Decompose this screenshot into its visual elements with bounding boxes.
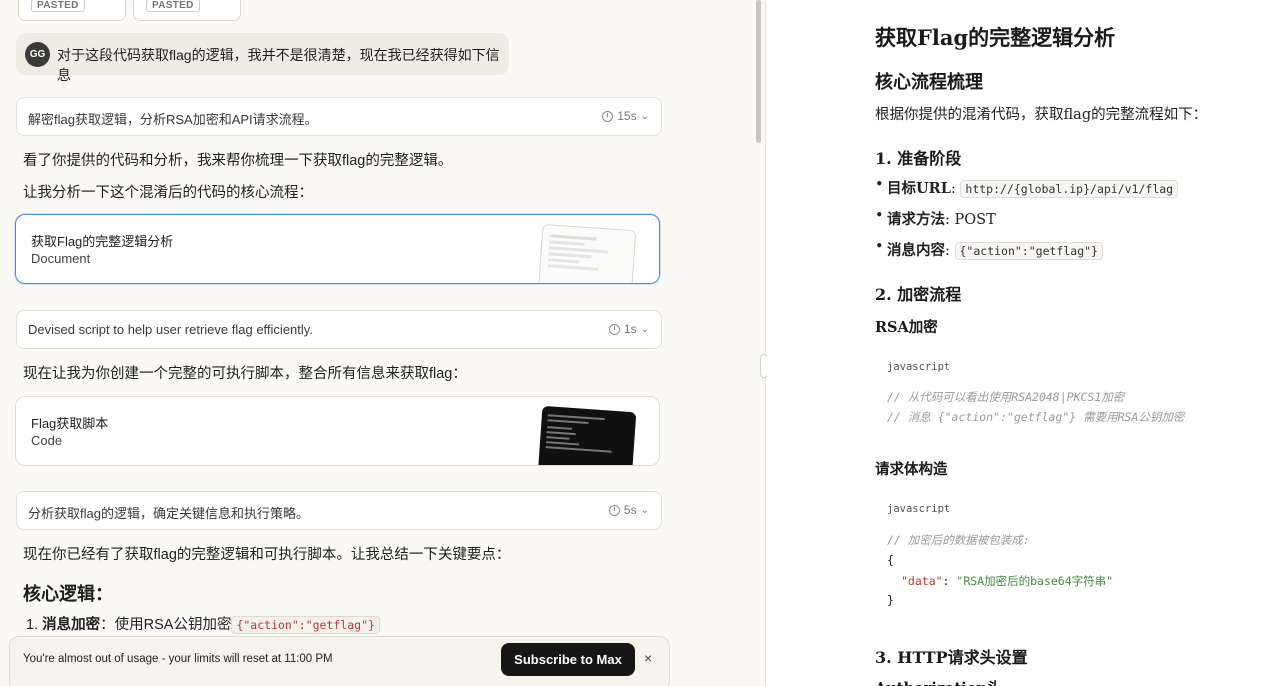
code-thumbnail bbox=[537, 405, 637, 465]
scroll-thumb[interactable] bbox=[756, 0, 761, 143]
thinking-time: 5s bbox=[623, 503, 637, 517]
artifact-card-code[interactable]: Flag获取脚本 Code bbox=[15, 396, 660, 466]
thinking-meta: 15s ⌄ bbox=[602, 109, 649, 123]
assistant-paragraph: 现在你已经有了获取flag的完整逻辑和可执行脚本。让我总结一下关键要点： bbox=[23, 547, 511, 563]
chevron-down-icon[interactable]: ⌄ bbox=[641, 111, 649, 122]
inline-code: {"action":"getflag"} bbox=[231, 616, 380, 634]
bullet-label: 目标URL bbox=[887, 180, 951, 197]
code-language-label: javascript bbox=[887, 503, 951, 515]
bullet-item: 目标URL: http://{global.ip}/api/v1/flag bbox=[875, 177, 1179, 198]
list-number: 1. bbox=[26, 617, 39, 633]
bullet-item: 消息内容: {"action":"getflag"} bbox=[875, 239, 1103, 260]
inline-code: {"action":"getflag"} bbox=[954, 242, 1103, 260]
summary-heading: 核心逻辑： bbox=[23, 584, 113, 604]
subscribe-button[interactable]: Subscribe to Max bbox=[501, 643, 635, 676]
list-item-bold: 消息加密 bbox=[42, 617, 101, 633]
artifact-title: 获取Flag的完整逻辑分析 bbox=[31, 234, 174, 249]
thinking-meta: 5s ⌄ bbox=[608, 503, 649, 517]
user-message-text: 对于这段代码获取flag的逻辑，我并不是很清楚，现在我已经获得如下信息 bbox=[57, 47, 500, 83]
code-language-label: javascript bbox=[887, 361, 951, 373]
intro-paragraph: 根据你提供的混淆代码，获取flag的完整流程如下： bbox=[875, 107, 1208, 123]
usage-notice: You're almost out of usage - your limits… bbox=[9, 636, 670, 686]
bullet-value: POST bbox=[954, 212, 996, 228]
bullet-label: 消息内容 bbox=[887, 242, 945, 259]
subsection-heading: Authorization头 bbox=[875, 677, 1001, 686]
code-comment: // 加密后的数据被包装成: bbox=[887, 533, 1030, 547]
close-icon[interactable]: × bbox=[644, 650, 652, 666]
code-line: "data": "RSA加密后的base64字符串" bbox=[901, 573, 1113, 589]
inline-code: http://{global.ip}/api/v1/flag bbox=[960, 180, 1179, 198]
summary-list-item: 1. 消息加密：使用RSA公钥加密 {"action":"getflag"} bbox=[26, 613, 380, 634]
clock-icon bbox=[608, 323, 620, 335]
artifact-type: Code bbox=[31, 433, 63, 448]
bullet-item: 请求方法: POST bbox=[875, 208, 996, 229]
artifact-type: Document bbox=[31, 251, 91, 266]
thinking-time: 15s bbox=[617, 109, 637, 123]
assistant-paragraph: 看了你提供的代码和分析，我来帮你梳理一下获取flag的完整逻辑。 bbox=[23, 153, 453, 169]
pasted-attachment-2[interactable]: PASTED bbox=[133, 0, 241, 21]
code-line: } bbox=[887, 593, 894, 607]
section-heading: 2. 加密流程 bbox=[875, 285, 962, 304]
chevron-down-icon[interactable]: ⌄ bbox=[641, 324, 649, 335]
scrollbar[interactable] bbox=[754, 0, 762, 686]
thinking-meta: 1s ⌄ bbox=[608, 322, 649, 336]
bullet-label: 请求方法 bbox=[887, 211, 945, 228]
pasted-badge: PASTED bbox=[146, 0, 200, 12]
thinking-block-1[interactable]: 解密flag获取逻辑，分析RSA加密和API请求流程。 15s ⌄ bbox=[16, 97, 662, 136]
chevron-down-icon[interactable]: ⌄ bbox=[641, 505, 649, 516]
chat-panel: PASTED PASTED GG 对于这段代码获取flag的逻辑，我并不是很清楚… bbox=[0, 0, 766, 686]
code-line: { bbox=[887, 553, 894, 567]
avatar: GG bbox=[25, 42, 50, 67]
section-heading: 3. HTTP请求头设置 bbox=[875, 648, 1028, 667]
code-comment: // 从代码可以看出使用RSA2048|PKCS1加密 bbox=[887, 390, 1125, 404]
document-title: 获取Flag的完整逻辑分析 bbox=[875, 25, 1116, 50]
document-thumbnail bbox=[537, 223, 637, 283]
list-item-text: ：使用RSA公钥加密 bbox=[100, 617, 232, 633]
thinking-summary: 分析获取flag的逻辑，确定关键信息和执行策略。 bbox=[28, 506, 309, 521]
code-comment: // 消息 {"action":"getflag"} 需要用RSA公钥加密 bbox=[887, 410, 1185, 424]
assistant-paragraph: 让我分析一下这个混淆后的代码的核心流程： bbox=[23, 185, 313, 201]
artifact-document-panel: 获取Flag的完整逻辑分析 核心流程梳理 根据你提供的混淆代码，获取flag的完… bbox=[767, 0, 1280, 686]
code-key: "data" bbox=[901, 574, 943, 588]
subsection-heading: 请求体构造 bbox=[875, 461, 948, 478]
code-punct: : bbox=[942, 574, 957, 588]
subsection-heading: RSA加密 bbox=[875, 319, 938, 336]
assistant-paragraph: 现在让我为你创建一个完整的可执行脚本，整合所有信息来获取flag： bbox=[23, 366, 467, 382]
thinking-summary: Devised script to help user retrieve fla… bbox=[28, 322, 313, 337]
code-string: "RSA加密后的base64字符串" bbox=[956, 574, 1114, 588]
thinking-block-2[interactable]: Devised script to help user retrieve fla… bbox=[16, 310, 662, 349]
clock-icon bbox=[602, 110, 614, 122]
user-message: GG 对于这段代码获取flag的逻辑，我并不是很清楚，现在我已经获得如下信息 bbox=[16, 33, 509, 83]
section-heading: 核心流程梳理 bbox=[875, 72, 983, 93]
artifact-title: Flag获取脚本 bbox=[31, 416, 109, 431]
section-heading: 1. 准备阶段 bbox=[875, 149, 962, 168]
thinking-summary: 解密flag获取逻辑，分析RSA加密和API请求流程。 bbox=[28, 112, 318, 127]
pasted-badge: PASTED bbox=[31, 0, 85, 12]
clock-icon bbox=[608, 504, 620, 516]
pasted-attachment-1[interactable]: PASTED bbox=[18, 0, 126, 21]
thinking-time: 1s bbox=[623, 322, 637, 336]
artifact-card-document[interactable]: 获取Flag的完整逻辑分析 Document bbox=[15, 214, 660, 284]
thinking-block-3[interactable]: 分析获取flag的逻辑，确定关键信息和执行策略。 5s ⌄ bbox=[16, 491, 662, 530]
usage-notice-text: You're almost out of usage - your limits… bbox=[23, 653, 333, 665]
